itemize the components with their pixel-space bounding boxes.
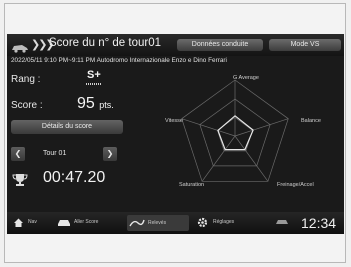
nav-log-label: Relevés <box>148 220 167 226</box>
radar-axis-4 <box>181 118 236 137</box>
infotainment-screen: ❯❯❯ Score du n° de tour01 Données condui… <box>7 34 344 234</box>
rank-label: Rang : <box>11 74 41 85</box>
radar-label-left: Vitesse <box>165 118 183 124</box>
nav-score-label: Aller Score <box>74 219 99 225</box>
radar-axis-1 <box>234 118 289 137</box>
rank-value: S+ <box>87 69 101 81</box>
score-value: 95 pts. <box>77 95 114 113</box>
score-number: 95 <box>77 95 95 112</box>
nav-settings-button[interactable]: Réglages <box>193 212 253 234</box>
car-icon <box>58 220 70 226</box>
radar-label-bottom-left: Saturation <box>179 182 205 188</box>
radar-chart <box>181 79 289 182</box>
radar-axis-3 <box>201 135 236 182</box>
score-unit: pts. <box>99 100 114 110</box>
rank-underline <box>86 83 101 85</box>
clock: 12:34 <box>301 215 337 231</box>
logbook-icon <box>129 219 145 227</box>
nav-home-label: Nav <box>28 219 37 225</box>
drive-mode-icon <box>276 220 288 224</box>
radar-label-right: Balance <box>301 118 321 124</box>
lap-time: 00:47.20 <box>43 169 106 186</box>
bottom-navigation-bar: Nav Aller Score Relevés Réglages 12:34 <box>7 212 344 234</box>
page-title: Score du n° de tour01 <box>49 37 162 49</box>
radar-label-bottom-right: Freinage/Accel <box>277 182 314 188</box>
next-lap-button[interactable]: ❯ <box>103 147 117 161</box>
tab-driving-data[interactable]: Données conduite <box>177 39 263 51</box>
session-info: 2022/05/11 9:10 PM~9:11 PM Autodromo Int… <box>11 57 227 64</box>
gear-icon <box>197 217 208 228</box>
radar-grid <box>181 79 289 182</box>
radar-axis-2 <box>234 135 269 182</box>
title-bar: ❯❯❯ Score du n° de tour01 Données condui… <box>7 34 344 56</box>
chevron-right-icon: ❯ <box>106 149 114 158</box>
nav-log-button[interactable]: Relevés <box>127 215 189 231</box>
radar-label-top: G Average <box>233 75 259 81</box>
previous-lap-button[interactable]: ❮ <box>11 147 25 161</box>
nav-home-button[interactable]: Nav <box>9 212 49 234</box>
home-icon <box>14 218 23 227</box>
chevron-left-icon: ❮ <box>14 149 22 158</box>
lap-selector-value: Tour 01 <box>43 150 67 157</box>
nav-settings-label: Réglages <box>213 219 235 225</box>
score-details-button[interactable]: Détails du score <box>11 120 123 134</box>
nav-score-button[interactable]: Aller Score <box>55 212 123 234</box>
score-label: Score : <box>11 100 43 111</box>
trophy-icon <box>12 173 28 192</box>
car-icon <box>11 40 29 58</box>
tab-vs-mode[interactable]: Mode VS <box>269 39 341 51</box>
